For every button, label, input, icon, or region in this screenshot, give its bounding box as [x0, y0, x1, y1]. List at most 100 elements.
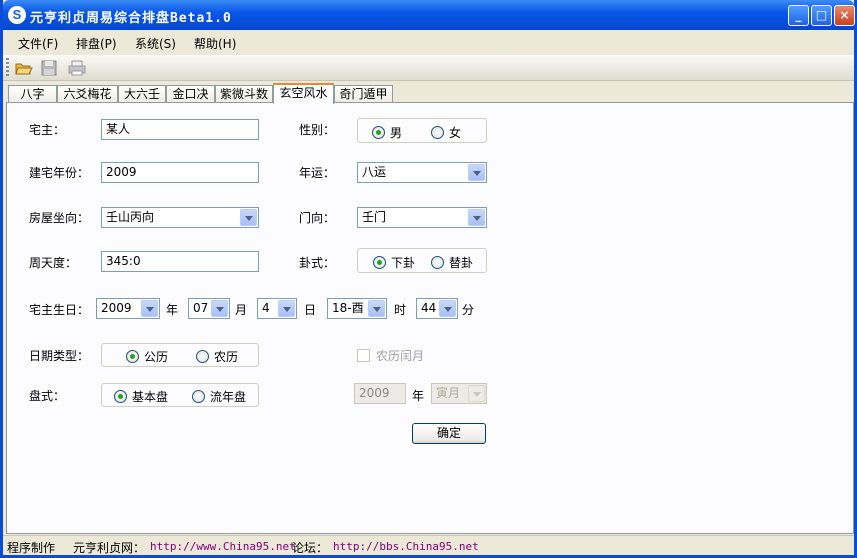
menu-bar: 文件(F) 排盘(P) 系统(S) 帮助(H)	[3, 30, 854, 54]
status-forum-link[interactable]: http://bbs.China95.net	[333, 540, 479, 553]
birth-day-value: 4	[262, 301, 270, 315]
tab-xuankong-fengshui[interactable]: 玄空风水	[273, 83, 334, 104]
menu-system[interactable]: 系统(S)	[135, 35, 176, 52]
chevron-down-icon[interactable]	[240, 209, 257, 226]
fengshui-panel: 宅主： 某人 性别： 男 女 建宅年份： 2009 年运： 八运 房屋坐向： 壬…	[6, 102, 854, 534]
date-solar-label: 公历	[144, 350, 169, 364]
birth-minute-select[interactable]: 44	[416, 298, 458, 319]
birth-month-value: 07	[193, 301, 209, 315]
save-icon[interactable]	[40, 59, 58, 77]
tab-qimen[interactable]: 奇门遁甲	[334, 85, 393, 103]
tab-daliuren[interactable]: 大六壬	[118, 85, 166, 103]
orientation-select[interactable]: 壬山丙向	[101, 207, 259, 228]
ok-button[interactable]: 确定	[412, 423, 486, 444]
door-value: 壬门	[362, 210, 387, 224]
birth-hour-value: 18-酉	[332, 301, 364, 315]
menu-file[interactable]: 文件(F)	[18, 35, 58, 52]
app-window: S 元亨利贞周易综合排盘Beta1.0 _ □ × 文件(F) 排盘(P) 系统…	[0, 0, 857, 558]
menu-chart[interactable]: 排盘(P)	[76, 35, 117, 52]
radio-selected-icon	[372, 126, 385, 139]
chevron-down-icon[interactable]	[211, 300, 228, 317]
gender-female-label: 女	[449, 126, 462, 140]
flow-unit-year-label: 年	[412, 389, 425, 403]
chart-yearly-label: 流年盘	[210, 390, 247, 404]
status-site-link[interactable]: http://www.China95.net	[150, 540, 296, 553]
unit-year-label: 年	[166, 303, 179, 317]
birth-hour-select[interactable]: 18-酉	[327, 298, 387, 319]
chart-basic-label: 基本盘	[132, 390, 169, 404]
orientation-value: 壬山丙向	[106, 210, 155, 224]
status-bar: 程序制作 元亨利贞网： http://www.China95.net 论坛： h…	[3, 535, 854, 555]
gender-female-radio[interactable]: 女	[431, 124, 461, 141]
maximize-button[interactable]: □	[811, 5, 832, 26]
flow-year-input[interactable]: 2009	[354, 383, 406, 404]
tab-ziwei[interactable]: 紫微斗数	[215, 85, 273, 103]
date-type-group: 公历 农历	[101, 343, 259, 367]
radio-selected-icon	[126, 350, 139, 363]
birth-month-select[interactable]: 07	[188, 298, 230, 319]
status-site-label: 元亨利贞网：	[73, 541, 146, 555]
chevron-down-icon[interactable]	[468, 385, 485, 402]
flow-month-value: 寅月	[436, 386, 461, 400]
open-folder-icon[interactable]	[15, 59, 33, 77]
minimize-button[interactable]: _	[788, 5, 809, 26]
door-select[interactable]: 壬门	[357, 207, 487, 228]
birth-minute-value: 44	[421, 301, 437, 315]
gua-xiagua-label: 下卦	[391, 256, 416, 270]
leap-month-label: 农历闰月	[376, 349, 425, 363]
birth-label: 宅主生日：	[29, 303, 90, 317]
gua-group: 下卦 替卦	[357, 248, 487, 273]
gender-label: 性别：	[299, 123, 336, 137]
chevron-down-icon[interactable]	[439, 300, 456, 317]
app-logo-icon: S	[8, 6, 26, 24]
gua-label: 卦式：	[299, 256, 336, 270]
chevron-down-icon[interactable]	[468, 164, 485, 181]
build-year-label: 建宅年份：	[29, 166, 90, 180]
unit-month-label: 月	[235, 303, 248, 317]
radio-empty-icon	[431, 256, 444, 269]
build-year-input[interactable]: 2009	[101, 162, 259, 183]
chevron-down-icon[interactable]	[368, 300, 385, 317]
toolbar-grip[interactable]	[6, 58, 9, 78]
door-label: 门向：	[299, 211, 336, 225]
title-bar[interactable]: S 元亨利贞周易综合排盘Beta1.0 _ □ ×	[3, 0, 855, 30]
birth-year-value: 2009	[101, 301, 132, 315]
birth-year-select[interactable]: 2009	[96, 298, 160, 319]
date-lunar-radio[interactable]: 农历	[196, 348, 238, 365]
period-select[interactable]: 八运	[357, 162, 487, 183]
chart-basic-radio[interactable]: 基本盘	[114, 388, 168, 405]
unit-day-label: 日	[304, 303, 317, 317]
tab-liuyao-meihua[interactable]: 六爻梅花	[57, 85, 118, 103]
radio-empty-icon	[192, 390, 205, 403]
birth-day-select[interactable]: 4	[257, 298, 297, 319]
chart-type-label: 盘式：	[29, 389, 66, 403]
degree-label: 周天度：	[29, 256, 78, 270]
radio-selected-icon	[373, 256, 386, 269]
degree-input[interactable]: 345:0	[101, 251, 259, 272]
owner-label: 宅主：	[29, 123, 66, 137]
owner-input[interactable]: 某人	[101, 119, 259, 140]
gua-xiagua-radio[interactable]: 下卦	[373, 254, 415, 271]
leap-month-checkbox[interactable]: 农历闰月	[357, 347, 424, 364]
tab-bazi[interactable]: 八字	[8, 85, 57, 103]
chevron-down-icon[interactable]	[468, 209, 485, 226]
gua-tigua-radio[interactable]: 替卦	[431, 254, 473, 271]
close-button[interactable]: ×	[834, 5, 855, 26]
menu-help[interactable]: 帮助(H)	[194, 35, 236, 52]
unit-hour-label: 时	[394, 303, 407, 317]
flow-month-select[interactable]: 寅月	[431, 383, 487, 404]
gender-male-label: 男	[390, 126, 403, 140]
gender-group: 男 女	[357, 118, 487, 143]
chevron-down-icon[interactable]	[278, 300, 295, 317]
status-forum-label: 论坛：	[292, 541, 329, 555]
status-maker: 程序制作	[7, 541, 56, 555]
chart-yearly-radio[interactable]: 流年盘	[192, 388, 246, 405]
date-solar-radio[interactable]: 公历	[126, 348, 168, 365]
window-title: 元亨利贞周易综合排盘Beta1.0	[30, 11, 232, 26]
chevron-down-icon[interactable]	[141, 300, 158, 317]
period-label: 年运：	[299, 166, 336, 180]
tab-jinkoujue[interactable]: 金口决	[166, 85, 215, 103]
gender-male-radio[interactable]: 男	[372, 124, 402, 141]
date-type-label: 日期类型：	[29, 349, 90, 363]
print-icon[interactable]	[68, 59, 86, 77]
